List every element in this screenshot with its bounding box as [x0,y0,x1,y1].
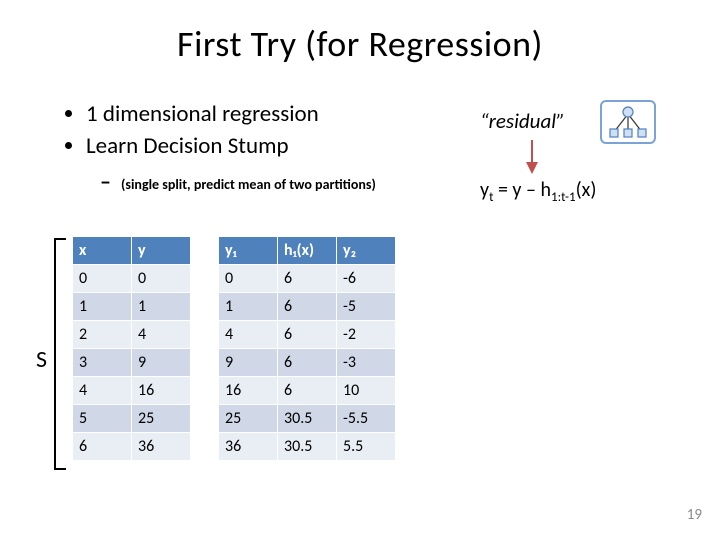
eq-lhs: y [480,178,489,202]
t1-cell: 0 [132,265,191,293]
table-xy: x y 00112439416525636 [72,236,191,461]
t2-cell: -3 [337,349,396,377]
t2-cell: 1 [219,293,278,321]
table-residual: y₁ h₁(x) y₂ 06-616-546-296-3166102530.5-… [218,236,396,461]
table-row: 16-5 [219,293,396,321]
t2-cell: 6 [278,321,337,349]
t1-h0: x [73,237,132,265]
sub-bullet: – (single split, predict mean of two par… [100,168,376,197]
t1-cell: 5 [73,405,132,433]
t2-cell: 30.5 [278,433,337,461]
t2-cell: 25 [219,405,278,433]
t1-cell: 0 [73,265,132,293]
t2-cell: 16 [219,377,278,405]
t2-cell: 5.5 [337,433,396,461]
sub-paren: (single split, predict mean of two parti… [121,176,376,193]
eq-tail: (x) [576,178,597,202]
t2-cell: 6 [278,293,337,321]
t1-cell: 9 [132,349,191,377]
t1-cell: 25 [132,405,191,433]
t2-cell: -2 [337,321,396,349]
table-row: 16610 [219,377,396,405]
t2-cell: 30.5 [278,405,337,433]
table-row: 06-6 [219,265,396,293]
t2-cell: 6 [278,349,337,377]
arrow-down-icon [524,140,540,174]
t1-cell: 4 [73,377,132,405]
t2-cell: 0 [219,265,278,293]
table-row: 2530.5-5.5 [219,405,396,433]
t2-cell: 6 [278,265,337,293]
t2-cell: 4 [219,321,278,349]
table-row: 3630.55.5 [219,433,396,461]
s-label: S [36,345,47,374]
table-row: 636 [73,433,191,461]
t2-cell: 10 [337,377,396,405]
t2-cell: -5.5 [337,405,396,433]
table-row: 96-3 [219,349,396,377]
t1-cell: 1 [73,293,132,321]
t2-cell: 6 [278,377,337,405]
slide-title: First Try (for Regression) [0,0,720,66]
residual-label: “residual” [480,108,565,134]
t2-cell: 9 [219,349,278,377]
table-row: 46-2 [219,321,396,349]
sub-dash: – [100,168,111,195]
t2-h1: h₁(x) [278,237,337,265]
t1-cell: 1 [132,293,191,321]
t1-cell: 6 [73,433,132,461]
t1-cell: 36 [132,433,191,461]
t2-h2: y₂ [337,237,396,265]
t2-cell: -6 [337,265,396,293]
table-row: 39 [73,349,191,377]
t2-h0: y₁ [219,237,278,265]
s-bracket [54,238,66,470]
table-row: 11 [73,293,191,321]
tree-icon [600,100,656,144]
t2-cell: 36 [219,433,278,461]
bullet-2: Learn Decision Stump [86,132,376,162]
bullet-list: 1 dimensional regression Learn Decision … [70,100,376,196]
table-row: 525 [73,405,191,433]
t2-cell: -5 [337,293,396,321]
bullet-1: 1 dimensional regression [86,100,376,130]
page-number: 19 [687,506,702,524]
table-row: 24 [73,321,191,349]
eq-mid: = y – h [493,178,551,202]
t1-cell: 3 [73,349,132,377]
residual-equation: yt = y – h1:t-1(x) [480,178,596,205]
table-row: 00 [73,265,191,293]
table-row: 416 [73,377,191,405]
t1-h1: y [132,237,191,265]
t1-cell: 4 [132,321,191,349]
t1-cell: 2 [73,321,132,349]
t1-cell: 16 [132,377,191,405]
eq-h-sub: 1:t-1 [551,190,576,205]
